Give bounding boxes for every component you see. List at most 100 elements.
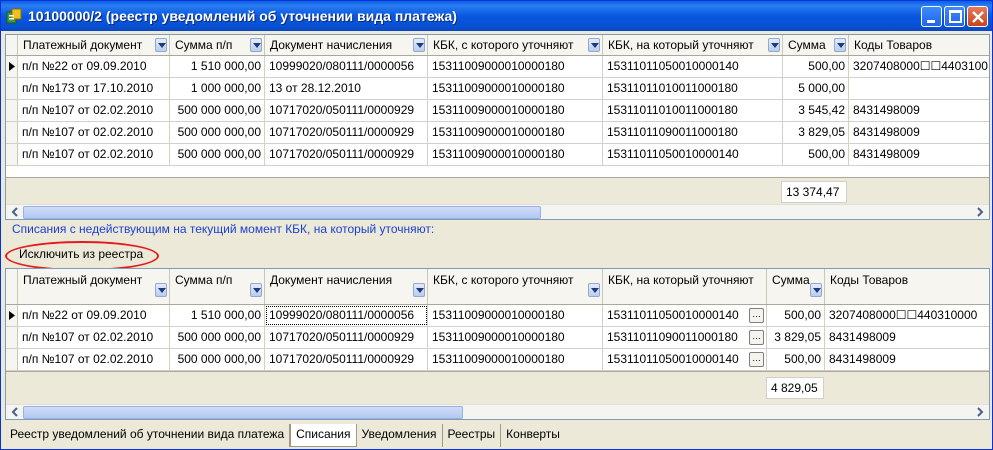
table-cell[interactable]: 500 000 000,00 [170, 349, 265, 370]
table-cell[interactable]: п/п №107 от 02.02.2010 [18, 327, 170, 348]
table-row[interactable]: п/п №107 от 02.02.2010 500 000 000,00 10… [6, 327, 989, 349]
scroll-thumb[interactable] [23, 406, 463, 419]
top-col-payment-sum[interactable]: Сумма п/п [170, 35, 265, 55]
table-cell-with-button[interactable]: 15311011090011000180… [603, 327, 767, 348]
table-cell[interactable]: 500 000 000,00 [170, 144, 265, 165]
table-row[interactable]: п/п №173 от 17.10.2010 1 000 000,00 13 о… [6, 78, 989, 100]
table-cell[interactable]: 15311011090011000180 [603, 122, 783, 143]
table-cell[interactable]: 15311009000010000180 [428, 122, 603, 143]
table-cell[interactable]: 15311011050010000140 [603, 56, 783, 77]
bottom-col-charge-doc[interactable]: Документ начисления [265, 269, 428, 304]
table-row[interactable]: п/п №22 от 09.09.2010 1 510 000,00 10999… [6, 56, 989, 78]
dropdown-icon[interactable] [768, 38, 780, 52]
table-cell[interactable]: 15311011010011000180 [603, 100, 783, 121]
table-cell[interactable]: 8431498009 [849, 122, 989, 143]
table-row[interactable]: п/п №107 от 02.02.2010 500 000 000,00 10… [6, 100, 989, 122]
scroll-left-icon[interactable] [8, 405, 23, 419]
table-cell[interactable]: 1 510 000,00 [170, 56, 265, 77]
table-cell[interactable]: п/п №107 от 02.02.2010 [18, 144, 170, 165]
table-cell[interactable]: 500,00 [783, 144, 849, 165]
table-cell[interactable]: п/п №173 от 17.10.2010 [18, 78, 170, 99]
table-cell[interactable]: 15311009000010000180 [428, 78, 603, 99]
table-cell[interactable]: 3 545,42 [783, 100, 849, 121]
table-cell[interactable]: 1 000 000,00 [170, 78, 265, 99]
title-bar[interactable]: 10100000/2 (реестр уведомлений об уточне… [1, 1, 992, 31]
table-cell[interactable]: 8431498009 [825, 327, 989, 348]
table-row[interactable]: п/п №107 от 02.02.2010 500 000 000,00 10… [6, 144, 989, 166]
table-cell[interactable]: 3207408000☐☐440310000 [825, 305, 989, 326]
table-cell[interactable]: 500,00 [767, 349, 825, 370]
ellipsis-button[interactable]: … [749, 308, 764, 323]
table-cell[interactable]: 10999020/080111/0000056 [265, 56, 428, 77]
dropdown-icon[interactable] [413, 283, 425, 297]
table-cell[interactable]: 3 829,05 [767, 327, 825, 348]
table-cell[interactable]: п/п №107 от 02.02.2010 [18, 100, 170, 121]
table-cell[interactable]: п/п №22 от 09.09.2010 [18, 56, 170, 77]
dropdown-icon[interactable] [250, 38, 262, 52]
table-cell[interactable]: 500 000 000,00 [170, 327, 265, 348]
table-cell[interactable]: п/п №107 от 02.02.2010 [18, 349, 170, 370]
tab-registry-notifications[interactable]: Реестр уведомлений об уточнении вида пла… [5, 424, 291, 447]
table-cell[interactable]: 13 от 28.12.2010 [265, 78, 428, 99]
bottom-col-kbk-to[interactable]: КБК, на который уточняют [603, 269, 767, 304]
table-cell[interactable]: 1 510 000,00 [170, 305, 265, 326]
table-cell[interactable]: 10717020/050111/0000929 [265, 122, 428, 143]
table-cell[interactable]: 15311009000010000180 [428, 56, 603, 77]
table-cell[interactable]: 3 829,05 [783, 122, 849, 143]
table-row[interactable]: п/п №107 от 02.02.2010 500 000 000,00 10… [6, 349, 989, 371]
bottom-col-payment-doc[interactable]: Платежный документ [18, 269, 170, 304]
table-cell[interactable]: 15311009000010000180 [428, 327, 603, 348]
table-cell[interactable]: 15311009000010000180 [428, 349, 603, 370]
table-cell[interactable]: 8431498009 [825, 349, 989, 370]
dropdown-icon[interactable] [250, 283, 262, 297]
table-cell[interactable]: 5 000,00 [783, 78, 849, 99]
table-cell[interactable]: 500,00 [767, 305, 825, 326]
close-button[interactable] [967, 6, 988, 27]
table-cell[interactable]: 500 000 000,00 [170, 122, 265, 143]
dropdown-icon[interactable] [155, 38, 167, 52]
table-cell[interactable]: 500 000 000,00 [170, 100, 265, 121]
table-cell[interactable]: 8431498009 [849, 100, 989, 121]
table-cell-with-button[interactable]: 15311011050010000140… [603, 349, 767, 370]
dropdown-icon[interactable] [810, 283, 822, 297]
scroll-right-icon[interactable] [972, 405, 987, 419]
table-cell[interactable]: 10717020/050111/0000929 [265, 100, 428, 121]
table-row[interactable]: п/п №22 от 09.09.2010 1 510 000,00 10999… [6, 305, 989, 327]
bottom-col-goods-codes[interactable]: Коды Товаров [825, 269, 989, 304]
bottom-col-sum[interactable]: Сумма [767, 269, 825, 304]
minimize-button[interactable] [921, 6, 942, 27]
table-cell[interactable]: 15311009000010000180 [428, 144, 603, 165]
dropdown-icon[interactable] [155, 283, 167, 297]
bottom-col-payment-sum[interactable]: Сумма п/п [170, 269, 265, 304]
dropdown-icon[interactable] [588, 283, 600, 297]
dropdown-icon[interactable] [588, 38, 600, 52]
tab-registries[interactable]: Реестры [442, 424, 502, 447]
top-col-goods-codes[interactable]: Коды Товаров [849, 35, 989, 55]
bottom-horizontal-scrollbar[interactable] [6, 404, 989, 419]
table-cell[interactable]: 10717020/050111/0000929 [265, 349, 428, 370]
scroll-thumb[interactable] [23, 206, 541, 219]
table-cell[interactable]: 15311011010011000180 [603, 78, 783, 99]
table-cell-with-button[interactable]: 15311011050010000140… [603, 305, 767, 326]
table-cell[interactable]: 15311009000010000180 [428, 305, 603, 326]
table-cell[interactable] [849, 78, 989, 99]
scroll-right-icon[interactable] [972, 205, 987, 219]
table-cell[interactable]: 500,00 [783, 56, 849, 77]
table-row[interactable]: п/п №107 от 02.02.2010 500 000 000,00 10… [6, 122, 989, 144]
table-cell[interactable]: п/п №22 от 09.09.2010 [18, 305, 170, 326]
table-cell[interactable]: 3207408000☐☐4403100 [849, 56, 989, 77]
table-cell[interactable]: 15311009000010000180 [428, 100, 603, 121]
dropdown-icon[interactable] [413, 38, 425, 52]
tab-write-offs[interactable]: Списания [290, 424, 357, 447]
top-horizontal-scrollbar[interactable] [6, 204, 989, 219]
table-cell[interactable]: 8431498009 [849, 144, 989, 165]
top-col-charge-doc[interactable]: Документ начисления [265, 35, 428, 55]
table-cell[interactable]: 15311011050010000140 [603, 144, 783, 165]
ellipsis-button[interactable]: … [749, 352, 764, 367]
bottom-col-kbk-from[interactable]: КБК, с которого уточняют [428, 269, 603, 304]
top-col-kbk-from[interactable]: КБК, с которого уточняют [428, 35, 603, 55]
table-cell[interactable]: 10717020/050111/0000929 [265, 144, 428, 165]
top-col-kbk-to[interactable]: КБК, на который уточняют [603, 35, 783, 55]
dropdown-icon[interactable] [834, 38, 846, 52]
top-col-sum[interactable]: Сумма [783, 35, 849, 55]
